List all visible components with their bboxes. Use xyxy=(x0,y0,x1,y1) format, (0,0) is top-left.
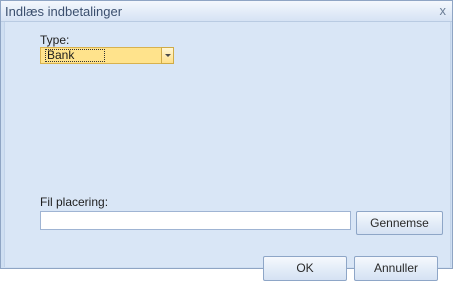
browse-button[interactable]: Gennemse xyxy=(356,211,443,235)
file-location-input[interactable] xyxy=(40,211,351,230)
type-select-text: Bank xyxy=(45,49,106,62)
file-location-label: Fil placering: xyxy=(40,195,109,209)
type-label: Type: xyxy=(40,33,70,47)
chevron-down-icon xyxy=(165,54,171,57)
cancel-button[interactable]: Annuller xyxy=(354,256,438,281)
title-bar: Indlæs indbetalinger x xyxy=(1,1,452,22)
window-title: Indlæs indbetalinger xyxy=(5,4,123,19)
type-dropdown-button[interactable] xyxy=(161,47,174,64)
type-select[interactable]: Bank xyxy=(40,47,174,64)
type-select-value[interactable]: Bank xyxy=(40,47,162,64)
close-icon[interactable]: x xyxy=(440,3,447,18)
ok-button[interactable]: OK xyxy=(263,256,347,281)
